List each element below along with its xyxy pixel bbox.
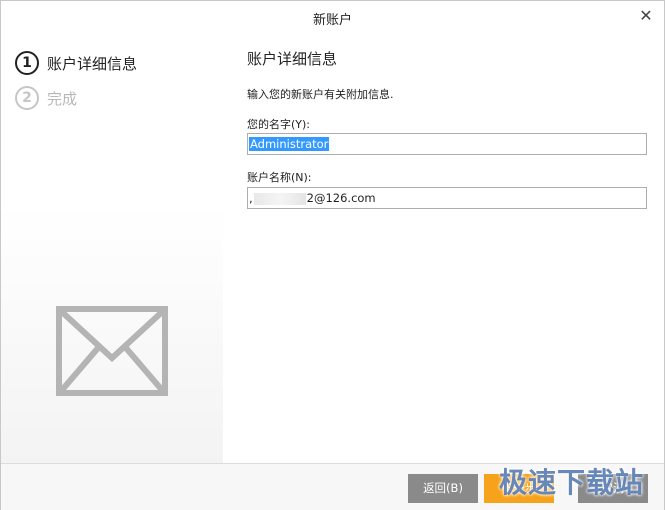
name-input[interactable]: Administrator	[247, 133, 647, 155]
account-value-prefix: ,	[249, 191, 253, 205]
step-label-finish: 完成	[47, 89, 78, 108]
step-label-account-details: 账户详细信息	[47, 54, 138, 73]
steps-sidebar: 1 账户详细信息 2 完成	[1, 34, 223, 464]
close-icon[interactable]: ✕	[636, 6, 656, 26]
account-value-suffix: 2@126.com	[306, 191, 376, 205]
watermark-text: 极速下载站	[498, 466, 644, 499]
step-number-2: 2	[15, 86, 39, 110]
redacted-region	[253, 192, 306, 205]
account-name-input[interactable]: , 2@126.com	[247, 187, 647, 209]
step-finish: 2 完成	[15, 85, 77, 111]
back-button[interactable]: 返回(B)	[408, 474, 478, 503]
dialog-title: 新账户	[312, 13, 352, 28]
step-account-details: 1 账户详细信息	[15, 50, 137, 76]
new-account-dialog: 新账户 ✕ 1 账户详细信息 2 完成 账户详细信息 输入您的新账户有关附加信息…	[0, 0, 665, 510]
name-label: 您的名字(Y):	[247, 118, 311, 131]
panel-heading: 账户详细信息	[247, 50, 338, 68]
account-name-label: 账户名称(N):	[247, 171, 312, 184]
panel-description: 输入您的新账户有关附加信息.	[247, 88, 394, 101]
envelope-icon	[56, 306, 168, 396]
account-details-panel: 账户详细信息 输入您的新账户有关附加信息. 您的名字(Y): Administr…	[223, 34, 664, 464]
name-input-selected-text: Administrator	[249, 137, 330, 151]
title-bar: 新账户 ✕	[1, 1, 664, 34]
step-number-1: 1	[15, 51, 39, 75]
